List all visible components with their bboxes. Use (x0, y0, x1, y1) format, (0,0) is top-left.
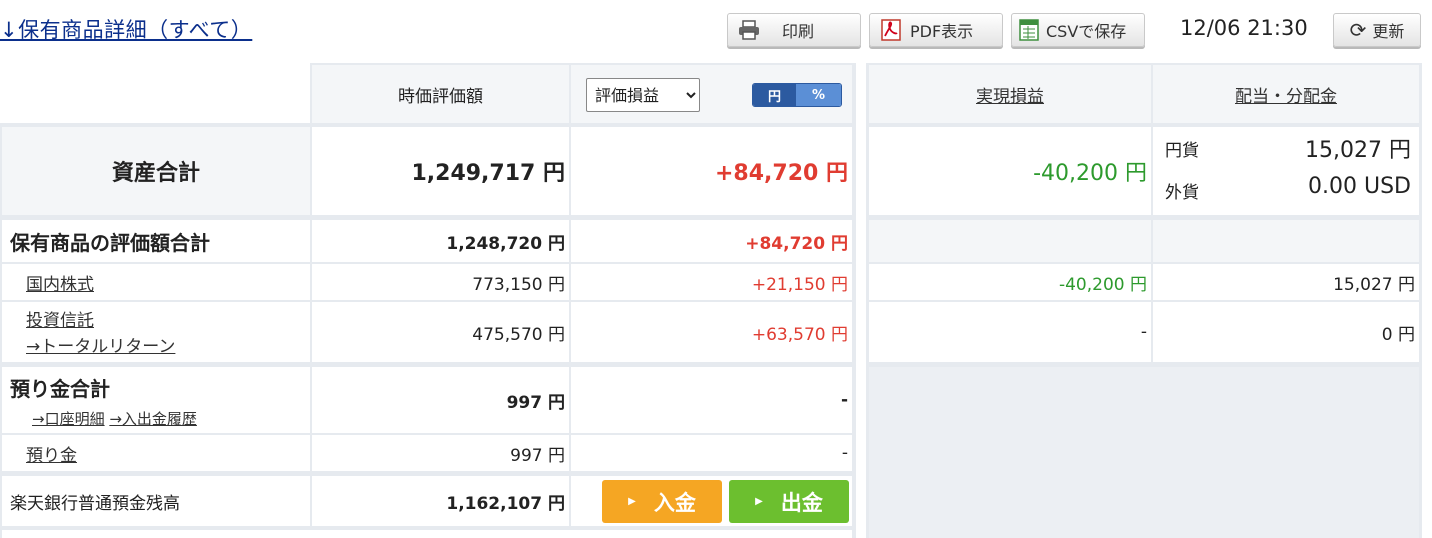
deposits-row: 預り金 (2, 435, 310, 471)
csv-save-button[interactable]: CSVで保存 (1011, 13, 1145, 47)
deposits-total-value: 997 円 (312, 367, 569, 433)
printer-icon (736, 18, 762, 42)
caret-right-icon: ▶ (755, 496, 763, 507)
deposits-total-label: 預り金合計 (10, 377, 110, 401)
investment-trusts-link[interactable]: 投資信託 (26, 311, 94, 331)
deposits-value: 997 円 (312, 435, 569, 471)
domestic-stocks-realized: -40,200 円 (869, 264, 1151, 300)
domestic-stocks-link[interactable]: 国内株式 (26, 270, 94, 295)
bank-actions-cell: ▶ 入金 ▶ 出金 (571, 476, 852, 526)
refresh-label: 更新 (1372, 22, 1405, 41)
holdings-total-value: 1,248,720 円 (312, 220, 569, 262)
pl-header: 評価損益 円 % (571, 65, 852, 123)
deposits-link[interactable]: 預り金 (26, 441, 77, 466)
holdings-total-label: 保有商品の評価額合計 (2, 220, 310, 262)
csv-save-label: CSVで保存 (1046, 22, 1127, 41)
dividends-link[interactable]: 配当・分配金 (1235, 82, 1337, 107)
total-assets-value: 1,249,717 円 (312, 127, 569, 215)
print-label: 印刷 (782, 22, 815, 41)
bank-balance-value: 1,162,107 円 (312, 476, 569, 526)
domestic-stocks-pl: +21,150 円 (571, 264, 852, 300)
deposits-total-pl: - (571, 367, 852, 433)
fx-dividend-label: 外貨 (1165, 183, 1199, 203)
domestic-stocks-row: 国内株式 (2, 264, 310, 300)
last-updated-time: 12/06 21:30 (1180, 16, 1308, 40)
spreadsheet-icon (1016, 18, 1042, 42)
bank-balance-label: 楽天銀行普通預金残高 (2, 476, 310, 526)
investment-trusts-realized: - (869, 302, 1151, 362)
pdf-label: PDF表示 (910, 22, 974, 41)
deposit-button[interactable]: ▶ 入金 (602, 480, 722, 523)
realized-header: 実現損益 (869, 65, 1151, 123)
header-spacer (0, 63, 310, 123)
toggle-percent[interactable]: % (796, 84, 841, 106)
fx-dividend-value: 0.00 USD (1308, 174, 1411, 199)
holdings-total-realized (869, 220, 1151, 262)
market-value-header: 時価評価額 (312, 65, 569, 123)
refresh-icon: ⟳ (1349, 18, 1367, 42)
holdings-total-dividends (1153, 220, 1419, 262)
realized-pl-link[interactable]: 実現損益 (976, 82, 1044, 107)
jpy-dividend-value: 15,027 円 (1305, 138, 1411, 163)
jpy-dividend-label: 円貨 (1165, 141, 1199, 161)
domestic-stocks-dividend: 15,027 円 (1153, 264, 1419, 300)
refresh-button[interactable]: ⟳ 更新 (1333, 13, 1421, 47)
pdf-icon (878, 18, 904, 42)
investment-trusts-pl: +63,570 円 (571, 302, 852, 362)
total-realized-pl: -40,200 円 (869, 127, 1151, 215)
unit-toggle[interactable]: 円 % (752, 83, 842, 107)
account-detail-link[interactable]: →口座明細 (32, 410, 105, 428)
total-assets-label: 資産合計 (2, 127, 310, 215)
holdings-detail-link[interactable]: ↓保有商品詳細（すべて） (0, 14, 252, 44)
total-dividends: 円貨 15,027 円 外貨 0.00 USD (1153, 127, 1419, 215)
pl-type-select[interactable]: 評価損益 (586, 78, 700, 112)
holdings-total-pl: +84,720 円 (571, 220, 852, 262)
toggle-yen[interactable]: 円 (753, 84, 797, 106)
total-assets-pl: +84,720 円 (571, 127, 852, 215)
deposits-total-row: 預り金合計 →口座明細 →入出金履歴 (2, 367, 310, 433)
investment-trusts-row: 投資信託 →トータルリターン (2, 302, 310, 362)
deposits-pl: - (571, 435, 852, 471)
print-button[interactable]: 印刷 (727, 13, 861, 47)
bottom-row-stub (2, 530, 852, 538)
right-empty-area (869, 367, 1419, 538)
total-return-link[interactable]: →トータルリターン (26, 337, 175, 357)
pdf-button[interactable]: PDF表示 (869, 13, 1003, 47)
withdraw-button[interactable]: ▶ 出金 (729, 480, 849, 523)
domestic-stocks-value: 773,150 円 (312, 264, 569, 300)
investment-trusts-dividend: 0 円 (1153, 302, 1419, 362)
investment-trusts-value: 475,570 円 (312, 302, 569, 362)
deposit-history-link[interactable]: →入出金履歴 (109, 410, 197, 428)
caret-right-icon: ▶ (628, 496, 636, 507)
dividends-header: 配当・分配金 (1153, 65, 1419, 123)
